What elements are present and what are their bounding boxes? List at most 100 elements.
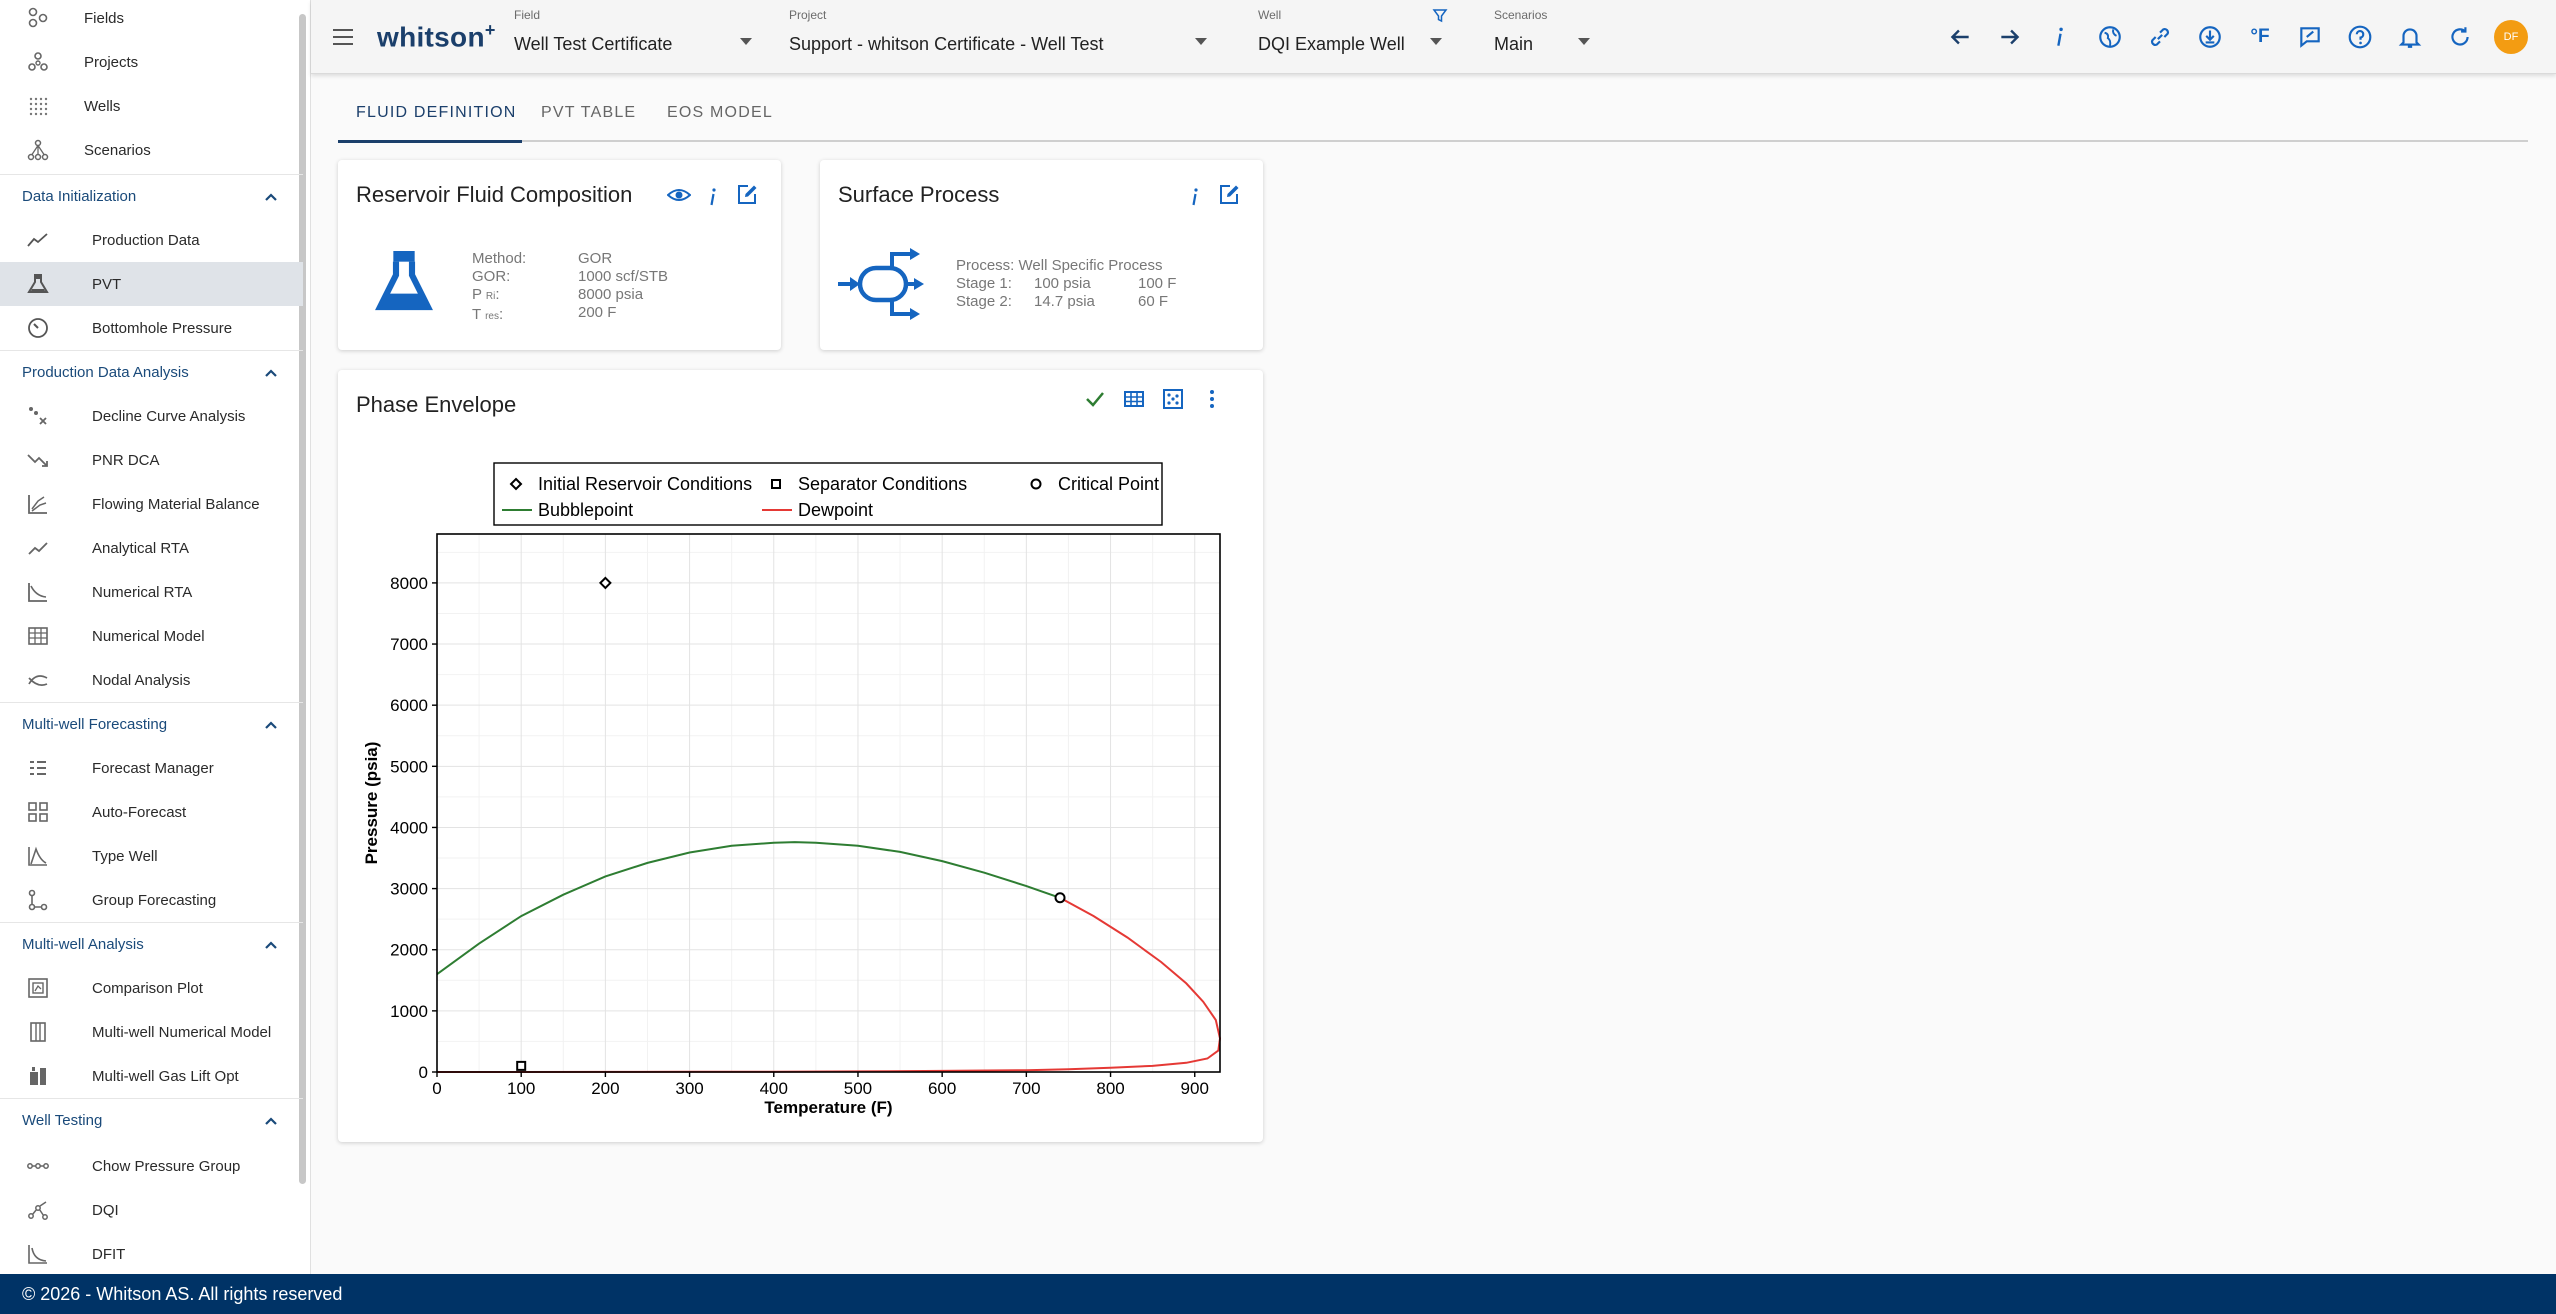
chevron-up-icon (265, 941, 277, 949)
temperature-unit-icon[interactable]: °F (2244, 21, 2276, 53)
sidebar-item-dfit[interactable]: DFIT (0, 1232, 303, 1274)
section-well-testing[interactable]: Well Testing (0, 1098, 303, 1142)
stage-2-pressure: 14.7 psia (1034, 293, 1095, 310)
field-select[interactable]: Field Well Test Certificate (514, 8, 752, 66)
x-tick-label: 400 (760, 1079, 788, 1098)
phase-envelope-chart[interactable]: 0 100 200 300 400 500 600 700 800 900 0 1000 2000 300… (338, 370, 1263, 1142)
filter-icon[interactable] (1432, 8, 1448, 24)
sidebar-item-chow-pressure-group[interactable]: Chow Pressure Group (0, 1144, 303, 1188)
chart-series (436, 841, 1222, 1073)
link-icon[interactable] (2144, 21, 2176, 53)
tab-eos-model[interactable]: EOS MODEL (667, 104, 773, 122)
sidebar-item-label: Type Well (92, 847, 158, 865)
x-axis-label: Temperature (F) (764, 1098, 892, 1117)
sidebar-item-label: Production Data (92, 231, 200, 249)
sidebar-item-nodal-analysis[interactable]: Nodal Analysis (0, 658, 303, 702)
help-icon[interactable] (2344, 21, 2376, 53)
sidebar-item-label: Auto-Forecast (92, 803, 187, 821)
point-initial-reservoir-conditions (598, 576, 612, 590)
sidebar-item-pvt[interactable]: PVT (0, 262, 303, 306)
sidebar-item-scenarios[interactable]: Scenarios (0, 128, 303, 172)
info-icon[interactable] (1182, 184, 1208, 210)
edit-icon[interactable] (734, 182, 760, 208)
x-tick-label: 0 (432, 1079, 441, 1098)
sidebar-item-analytical-rta[interactable]: Analytical RTA (0, 526, 303, 570)
sidebar-item-label: Wells (84, 97, 121, 115)
sidebar-item-production-data[interactable]: Production Data (0, 218, 303, 262)
y-axis-label: Pressure (psia) (362, 742, 381, 865)
sidebar-item-group-forecasting[interactable]: Group Forecasting (0, 878, 303, 922)
legend-label: Separator Conditions (798, 474, 967, 494)
edit-icon[interactable] (1216, 182, 1242, 208)
section-production-data-analysis[interactable]: Production Data Analysis (0, 350, 303, 394)
legend-marker (1030, 478, 1042, 490)
chevron-down-icon (1430, 38, 1442, 45)
toolbar-icons: °F DF (1944, 20, 2528, 54)
sidebar-item-numerical-rta[interactable]: Numerical RTA (0, 570, 303, 614)
trend-down-icon (26, 448, 50, 472)
reservoir-fluid-card: Reservoir Fluid Composition Method: GOR:… (338, 160, 781, 350)
composition-values: GOR 1000 scf/STB 8000 psia 200 F (578, 250, 668, 322)
download-icon[interactable] (2194, 21, 2226, 53)
decline-curve-icon (26, 404, 50, 428)
arrow-back-icon[interactable] (1944, 21, 1976, 53)
globe-icon[interactable] (2094, 21, 2126, 53)
sidebar-item-pnr-dca[interactable]: PNR DCA (0, 438, 303, 482)
scenario-caption: Scenarios (1494, 8, 1548, 22)
stage-1-row: Stage 1: (956, 275, 1012, 292)
project-select[interactable]: Project Support - whitson Certificate - … (789, 8, 1207, 66)
section-multi-well-analysis[interactable]: Multi-well Analysis (0, 922, 303, 966)
point-separator-conditions (516, 1060, 527, 1071)
sidebar-item-multi-well-gas-lift-opt[interactable]: Multi-well Gas Lift Opt (0, 1054, 303, 1098)
arrow-forward-icon[interactable] (1994, 21, 2026, 53)
tab-fluid-definition[interactable]: FLUID DEFINITION (356, 104, 517, 122)
avatar[interactable]: DF (2494, 20, 2528, 54)
sidebar-item-forecast-manager[interactable]: Forecast Manager (0, 746, 303, 790)
y-tick-label: 8000 (390, 574, 428, 593)
tres-key: T res: (472, 306, 504, 323)
section-title: Production Data Analysis (22, 364, 189, 381)
notifications-icon[interactable] (2394, 21, 2426, 53)
refresh-icon[interactable] (2444, 21, 2476, 53)
sidebar-item-comparison-plot[interactable]: Comparison Plot (0, 966, 303, 1010)
brand-logo[interactable]: whitson+ (377, 20, 496, 53)
well-caption: Well (1258, 8, 1282, 22)
sidebar-item-wells[interactable]: Wells (0, 84, 303, 128)
sidebar-item-label: Forecast Manager (92, 759, 214, 777)
section-title: Data Initialization (22, 188, 137, 205)
gauge-icon (26, 316, 50, 340)
pri-key: P Ri: (472, 286, 500, 303)
info-icon[interactable] (700, 184, 726, 210)
info-icon[interactable] (2044, 21, 2076, 53)
sidebar-item-label: Group Forecasting (92, 891, 217, 909)
columns-icon (26, 1020, 50, 1044)
grid-icon (26, 800, 50, 824)
list-icon (26, 756, 50, 780)
pri-value: 8000 psia (578, 286, 644, 303)
sidebar-item-multi-well-numerical-model[interactable]: Multi-well Numerical Model (0, 1010, 303, 1054)
menu-icon[interactable] (331, 26, 355, 48)
sidebar-item-numerical-model[interactable]: Numerical Model (0, 614, 303, 658)
section-data-initialization[interactable]: Data Initialization (0, 174, 303, 218)
sidebar-item-dqi[interactable]: DQI (0, 1188, 303, 1232)
x-tick-label: 200 (591, 1079, 619, 1098)
scenario-select[interactable]: Scenarios Main (1494, 8, 1590, 66)
sidebar-item-projects[interactable]: Projects (0, 40, 303, 84)
y-tick-label: 1000 (390, 1002, 428, 1021)
y-tick-label: 7000 (390, 635, 428, 654)
sidebar-item-label: Numerical Model (92, 627, 205, 645)
sidebar-item-flowing-material-balance[interactable]: Flowing Material Balance (0, 482, 303, 526)
section-multi-well-forecasting[interactable]: Multi-well Forecasting (0, 702, 303, 746)
sidebar-item-auto-forecast[interactable]: Auto-Forecast (0, 790, 303, 834)
sidebar-item-decline-curve-analysis[interactable]: Decline Curve Analysis (0, 394, 303, 438)
tab-pvt-table[interactable]: PVT TABLE (541, 104, 636, 122)
sidebar-item-bottomhole-pressure[interactable]: Bottomhole Pressure (0, 306, 303, 350)
sidebar-item-fields[interactable]: Fields (0, 0, 303, 40)
feedback-icon[interactable] (2294, 21, 2326, 53)
stage-2-temp: 60 F (1138, 293, 1169, 310)
well-select[interactable]: Well DQI Example Well (1258, 8, 1442, 66)
sidebar-item-type-well[interactable]: Type Well (0, 834, 303, 878)
eye-icon[interactable] (666, 182, 692, 208)
sidebar-item-label: Multi-well Numerical Model (92, 1023, 272, 1041)
chevron-up-icon (265, 1117, 277, 1125)
